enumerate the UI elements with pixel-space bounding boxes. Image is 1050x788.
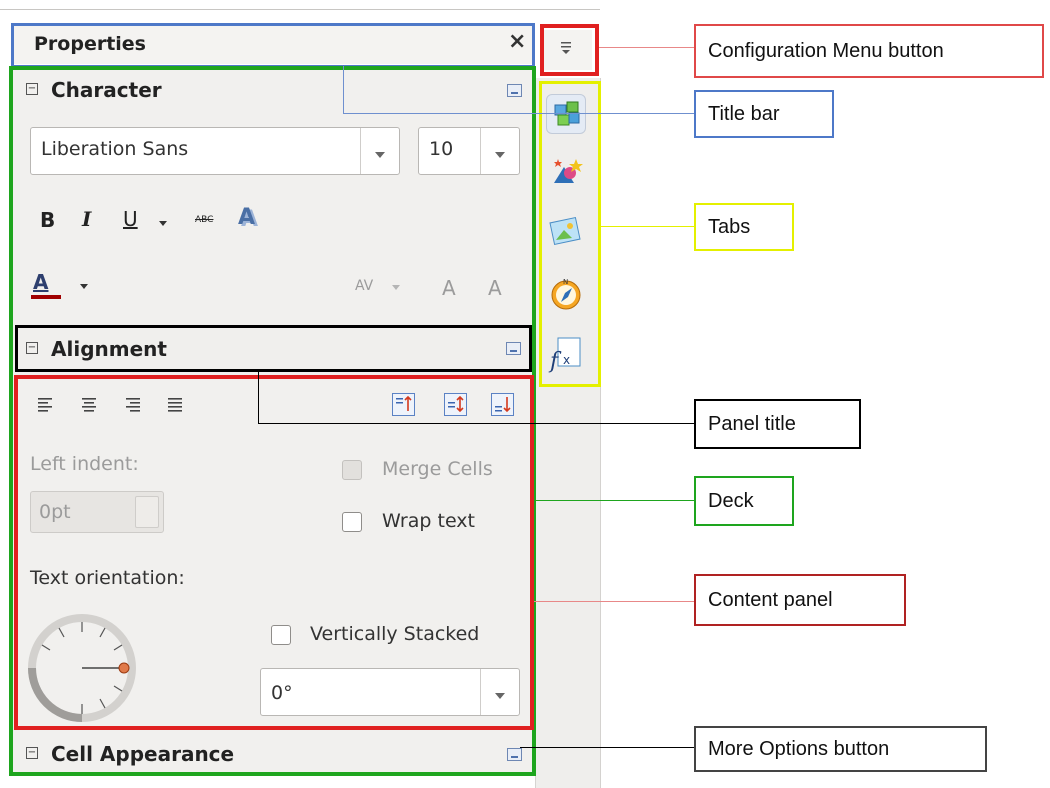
connector-config [599, 47, 694, 48]
callout-config-menu: Configuration Menu button [694, 24, 1044, 78]
connector-panel-title-v [258, 371, 259, 424]
tabs-highlight [539, 81, 601, 387]
title-bar-highlight [11, 23, 535, 68]
connector-title-h [343, 113, 694, 114]
connector-more-options [520, 747, 694, 748]
connector-title-v [343, 66, 344, 114]
callout-title-bar: Title bar [694, 90, 834, 138]
callout-tabs: Tabs [694, 203, 794, 251]
callout-deck: Deck [694, 476, 794, 526]
callout-more-options: More Options button [694, 726, 987, 772]
config-menu-highlight [540, 24, 599, 76]
callout-panel-title: Panel title [694, 399, 861, 449]
connector-panel-title-h [258, 423, 694, 424]
connector-deck [536, 500, 694, 501]
divider [0, 9, 600, 10]
connector-content-panel [534, 601, 694, 602]
connector-tabs [601, 226, 694, 227]
panel-title-highlight [15, 325, 532, 372]
content-panel-highlight [14, 375, 534, 730]
callout-content-panel: Content panel [694, 574, 906, 626]
